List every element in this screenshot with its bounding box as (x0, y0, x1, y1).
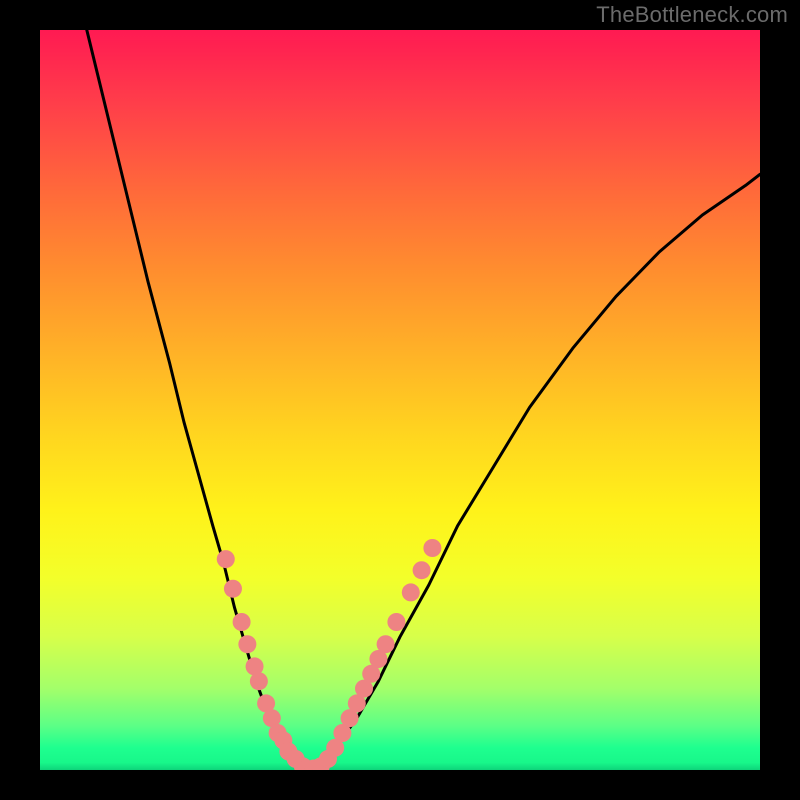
curve-left-branch (87, 30, 307, 770)
data-marker (377, 635, 395, 653)
plot-area (40, 30, 760, 770)
data-marker (423, 539, 441, 557)
data-marker (224, 580, 242, 598)
chart-frame: TheBottleneck.com (0, 0, 800, 800)
chart-svg (40, 30, 760, 770)
data-marker (238, 635, 256, 653)
data-marker (387, 613, 405, 631)
data-marker (217, 550, 235, 568)
data-marker (233, 613, 251, 631)
data-marker (402, 583, 420, 601)
watermark-text: TheBottleneck.com (596, 2, 788, 28)
data-marker (250, 672, 268, 690)
data-marker (413, 561, 431, 579)
